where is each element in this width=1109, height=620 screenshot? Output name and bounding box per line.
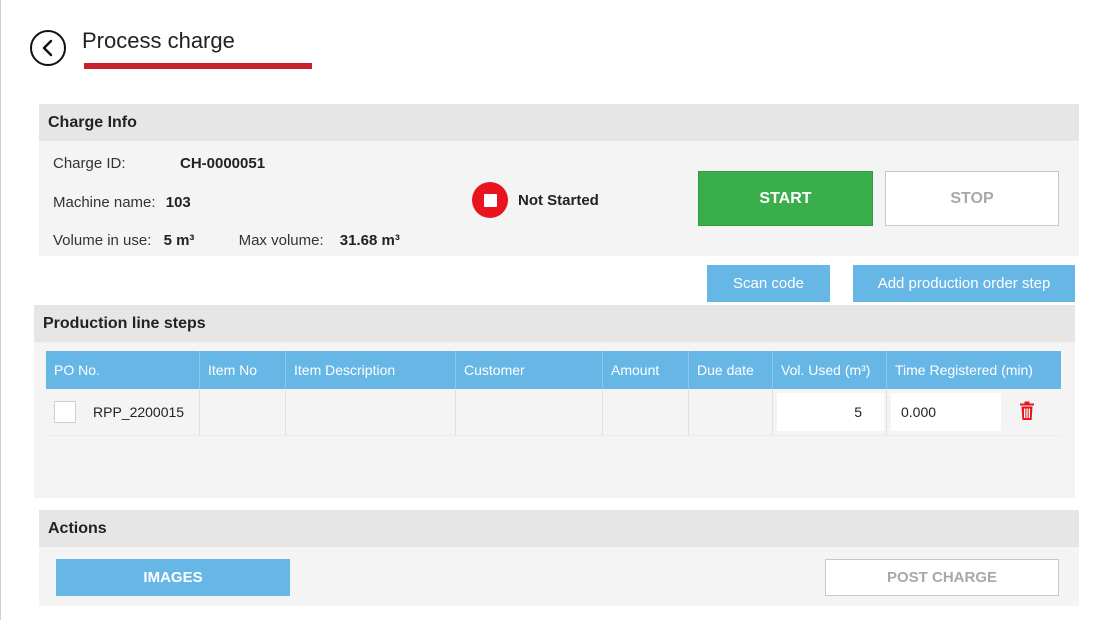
- window-left-border: [0, 0, 1, 620]
- charge-info-panel: Charge Info Charge ID: CH-0000051 Machin…: [39, 104, 1079, 256]
- cell-item-description: [286, 389, 456, 435]
- charge-status: Not Started: [472, 182, 599, 218]
- production-steps-panel: Production line steps PO No. Item No Ite…: [34, 305, 1075, 498]
- charge-id-value: CH-0000051: [180, 155, 266, 172]
- po-no-value: RPP_2200015: [93, 404, 185, 420]
- actions-panel: Actions IMAGES POST CHARGE: [39, 510, 1079, 606]
- production-steps-heading: Production line steps: [34, 305, 1075, 342]
- title-underline: [84, 63, 312, 69]
- images-button[interactable]: IMAGES: [56, 559, 290, 596]
- vol-used-input[interactable]: [777, 393, 884, 431]
- table-row: RPP_2200015: [46, 389, 1061, 435]
- cell-amount: [603, 389, 689, 435]
- column-header-vol-used[interactable]: Vol. Used (m³): [773, 351, 887, 389]
- cell-item-no: [200, 389, 286, 435]
- actions-heading: Actions: [39, 510, 1079, 547]
- column-header-item-no[interactable]: Item No: [200, 351, 286, 389]
- cell-time-registered: [887, 389, 1061, 435]
- charge-info-heading: Charge Info: [39, 104, 1079, 141]
- column-header-time-registered[interactable]: Time Registered (min): [887, 351, 1061, 389]
- trash-icon[interactable]: [1019, 401, 1035, 424]
- charge-id-label: Charge ID:: [53, 155, 126, 172]
- column-header-po-no[interactable]: PO No.: [46, 351, 200, 389]
- volume-label: Volume in use:: [53, 232, 152, 249]
- start-button[interactable]: START: [698, 171, 873, 226]
- stop-button[interactable]: STOP: [885, 171, 1059, 226]
- column-header-customer[interactable]: Customer: [456, 351, 603, 389]
- machine-label: Machine name:: [53, 194, 156, 211]
- row-select-checkbox[interactable]: [54, 401, 76, 423]
- max-volume-value: 31.68 m³: [339, 232, 400, 249]
- chevron-left-icon: [42, 39, 53, 57]
- stop-icon: [472, 182, 508, 218]
- post-charge-button[interactable]: POST CHARGE: [825, 559, 1059, 596]
- column-header-due-date[interactable]: Due date: [689, 351, 773, 389]
- column-header-amount[interactable]: Amount: [603, 351, 689, 389]
- scan-code-button[interactable]: Scan code: [707, 265, 830, 302]
- back-button[interactable]: [30, 30, 66, 66]
- machine-value: 103: [165, 194, 191, 211]
- status-text: Not Started: [518, 191, 599, 209]
- charge-id-row: Charge ID: CH-0000051: [53, 155, 265, 172]
- add-production-order-step-button[interactable]: Add production order step: [853, 265, 1075, 302]
- column-header-item-description[interactable]: Item Description: [286, 351, 456, 389]
- cell-po-no: RPP_2200015: [46, 389, 200, 435]
- steps-table-header: PO No. Item No Item Description Customer…: [46, 351, 1061, 389]
- volume-value: 5 m³: [163, 232, 195, 249]
- table-empty-area: [46, 435, 1061, 497]
- page-title: Process charge: [82, 28, 235, 53]
- volume-row: Volume in use: 5 m³ Max volume: 31.68 m³: [53, 232, 400, 249]
- cell-customer: [456, 389, 603, 435]
- cell-vol-used: [773, 389, 887, 435]
- machine-row: Machine name: 103: [53, 194, 191, 211]
- steps-table: PO No. Item No Item Description Customer…: [46, 351, 1061, 497]
- max-volume-label: Max volume:: [238, 232, 324, 249]
- cell-due-date: [689, 389, 773, 435]
- time-registered-input[interactable]: [891, 393, 1001, 431]
